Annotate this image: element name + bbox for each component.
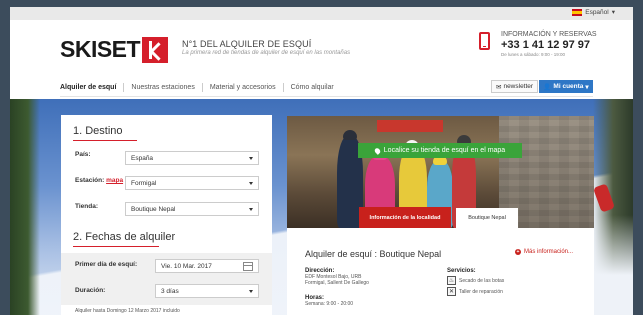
account-label: Mi cuenta [553,83,584,90]
window-frame-right [633,0,643,315]
station-value: Formigal [131,179,157,187]
country-select[interactable]: España [125,151,259,165]
window-frame-top [0,0,643,7]
envelope-icon: ✉ [496,83,502,91]
newsletter-label: newsletter [503,83,534,90]
language-bar: Español ▾ [10,7,633,20]
contact-label: INFORMACIÓN Y RESERVAS [501,31,597,38]
service-label: Secado de las botas [459,277,505,284]
first-day-input[interactable]: Vie. 10 Mar. 2017 [155,259,259,273]
calendar-icon[interactable] [243,262,253,271]
shop-row: Tienda: [75,203,127,210]
duration-select[interactable]: 3 días [155,284,259,298]
locate-shop-button[interactable]: Localice su tienda de esquí en el mapa [358,143,522,158]
account-button[interactable]: 👤 Mi cuenta ▾ [539,80,593,93]
first-day-row: Primer día de esquí: [75,261,165,268]
duration-value: 3 días [161,287,179,295]
nav-item-estaciones[interactable]: Nuestras estaciones [123,83,201,92]
booking-panel: 1. Destino País: España Estación: mapa F… [61,115,272,315]
chevron-down-icon: ▾ [585,83,589,91]
repair-tools-icon: ✕ [447,287,456,296]
first-day-value: Vie. 10 Mar. 2017 [161,262,212,270]
shop-sign [377,120,443,132]
contact-hours: De lunes a sábado: 9:00 - 19:00 [501,52,566,57]
duration-label: Duración: [75,287,106,294]
more-info-link[interactable]: + Más información... [515,249,573,255]
skiset-logo[interactable]: SKISET [60,36,169,63]
section-fechas-title: 2. Fechas de alquiler [73,231,176,247]
logo-mark-icon [142,36,169,63]
first-day-label: Primer día de esquí: [75,261,138,268]
shop-info-panel: Alquiler de esquí : Boutique Nepal + Más… [287,228,594,315]
window-frame-left [0,0,10,315]
service-item: ♨ Secado de las botas [447,276,504,285]
nav-item-alquiler[interactable]: Alquiler de esquí [60,83,123,92]
tab-shop[interactable]: Boutique Nepal [456,208,518,228]
caret-down-icon [249,290,253,293]
nav-divider [60,96,593,97]
phone-icon [479,32,490,50]
main-nav: Alquiler de esquí Nuestras estaciones Ma… [60,83,341,92]
logo-text: SKISET [60,36,141,62]
spain-flag-icon [572,8,583,16]
shop-select[interactable]: Boutique Nepal [125,202,259,216]
slogan-title: N°1 DEL ALQUILER DE ESQUÍ [182,39,312,49]
shop-value: Boutique Nepal [131,205,176,213]
chevron-down-icon: ▾ [611,9,615,16]
duration-row: Duración: [75,287,165,294]
caret-down-icon [249,157,253,160]
contact-phone[interactable]: +33 1 41 12 97 97 [501,39,597,51]
service-label: Taller de reparación [459,288,503,295]
boot-dryer-icon: ♨ [447,276,456,285]
helmet [343,130,357,140]
hours-value: Semana: 9:00 - 20:00 [305,301,354,307]
station-label: Estación: mapa [75,177,124,184]
address-line-2: Formigal, Sallent De Gallego [305,280,369,286]
station-select[interactable]: Formigal [125,176,259,190]
newsletter-button[interactable]: ✉ newsletter [491,80,539,93]
nav-item-como-alquilar[interactable]: Cómo alquilar [282,83,341,92]
address-column: Dirección: EDF Montesol Bajo, URB Formig… [305,268,369,307]
trees-left [10,99,40,315]
map-pin-icon [373,146,382,155]
country-value: España [131,154,154,162]
locate-shop-label: Localice su tienda de esquí en el mapa [383,147,506,154]
nav-item-material[interactable]: Material y accesorios [201,83,283,92]
country-row: País: [75,151,127,158]
tab-locality-info[interactable]: Información de la localidad [359,207,451,228]
language-selector[interactable]: Español ▾ [572,8,615,16]
station-map-link[interactable]: mapa [106,177,123,184]
user-icon: 👤 [543,83,552,91]
station-row: Estación: mapa [75,177,127,184]
slogan-subtitle: La primera red de tiendas de alquiler de… [182,50,351,56]
services-label: Servicios: [447,268,476,274]
language-label: Español [585,8,609,16]
contact-info: INFORMACIÓN Y RESERVAS +33 1 41 12 97 97… [501,31,597,57]
more-info-label: Más información... [524,249,574,255]
caret-down-icon [249,182,253,185]
slogan: N°1 DEL ALQUILER DE ESQUÍ La primera red… [182,39,350,56]
country-label: País: [75,151,91,158]
shop-label: Tienda: [75,203,98,210]
section-destino-title: 1. Destino [73,125,137,141]
plus-circle-icon: + [515,249,521,255]
rental-until-note: Alquiler hasta Domingo 12 Marzo 2017 inc… [75,308,180,314]
service-item: ✕ Taller de reparación [447,287,504,296]
caret-down-icon [249,208,253,211]
shop-info-title: Alquiler de esquí : Boutique Nepal [305,249,442,259]
services-column: Servicios: ♨ Secado de las botas ✕ Talle… [447,268,504,296]
